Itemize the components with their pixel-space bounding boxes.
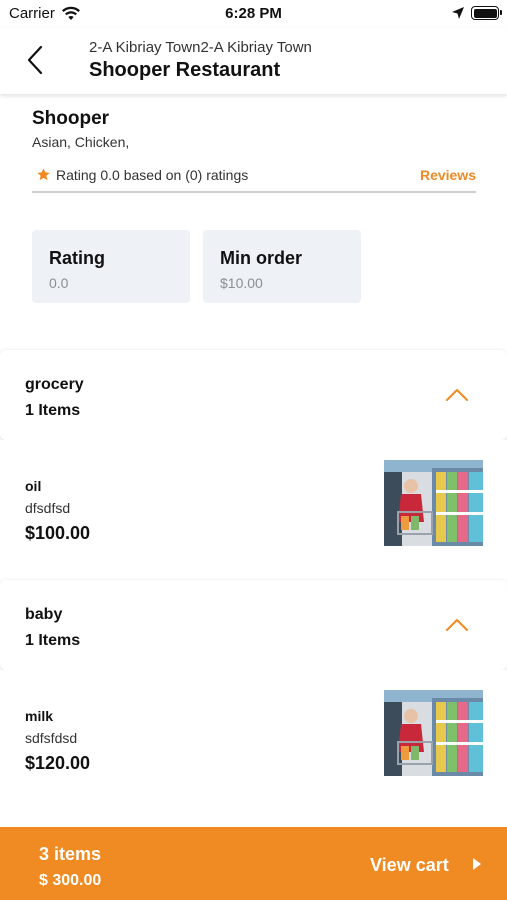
min-order-card: Min order $10.00 <box>203 230 361 303</box>
stat-value: 0.0 <box>49 275 69 291</box>
product-item-milk[interactable]: milk sdfsfdsd $120.00 <box>0 670 507 790</box>
location-arrow-icon <box>452 7 464 19</box>
product-price: $100.00 <box>25 523 91 543</box>
chevron-up-icon[interactable] <box>445 618 469 632</box>
product-name: milk <box>25 708 54 724</box>
product-description: sdfsfdsd <box>25 730 78 746</box>
rating-card: Rating 0.0 <box>32 230 190 303</box>
category-header-grocery[interactable]: grocery 1 Items <box>0 350 507 440</box>
product-description: dfsdfsd <box>25 500 71 516</box>
chevron-up-icon[interactable] <box>445 388 469 402</box>
cart-total: $ 300.00 <box>39 872 102 889</box>
view-cart-bar[interactable]: 3 items $ 300.00 View cart <box>0 827 507 900</box>
store-cuisines: Asian, Chicken, <box>32 134 130 150</box>
status-bar: Carrier 6:28 PM <box>0 0 507 28</box>
product-name: oil <box>25 478 42 494</box>
product-image[interactable] <box>384 460 483 552</box>
clock: 6:28 PM <box>225 5 282 22</box>
battery-icon <box>471 6 502 20</box>
reviews-link[interactable]: Reviews <box>420 167 476 183</box>
category-name: grocery <box>25 376 84 393</box>
product-image[interactable] <box>384 690 483 782</box>
rating-summary: Rating 0.0 based on (0) ratings Reviews <box>32 167 476 193</box>
category-name: baby <box>25 606 63 623</box>
page-title: Shooper Restaurant <box>89 59 281 81</box>
category-item-count: 1 Items <box>25 632 81 649</box>
product-price: $120.00 <box>25 753 91 773</box>
caret-right-icon <box>473 858 481 870</box>
view-cart-button[interactable]: View cart <box>370 855 449 876</box>
cart-item-count: 3 items <box>39 844 102 864</box>
stat-label: Rating <box>49 248 105 268</box>
store-name: Shooper <box>32 108 110 129</box>
product-item-oil[interactable]: oil dfsdfsd $100.00 <box>0 440 507 560</box>
header: 2-A Kibriay Town2-A Kibriay Town Shooper… <box>0 28 507 94</box>
stat-label: Min order <box>220 248 303 268</box>
star-icon <box>37 168 50 181</box>
category-item-count: 1 Items <box>25 402 81 419</box>
delivery-address: 2-A Kibriay Town2-A Kibriay Town <box>89 39 312 56</box>
chevron-left-icon[interactable] <box>20 42 50 78</box>
rating-text: Rating 0.0 based on (0) ratings <box>56 167 249 183</box>
category-header-baby[interactable]: baby 1 Items <box>0 580 507 670</box>
stat-value: $10.00 <box>220 275 263 291</box>
